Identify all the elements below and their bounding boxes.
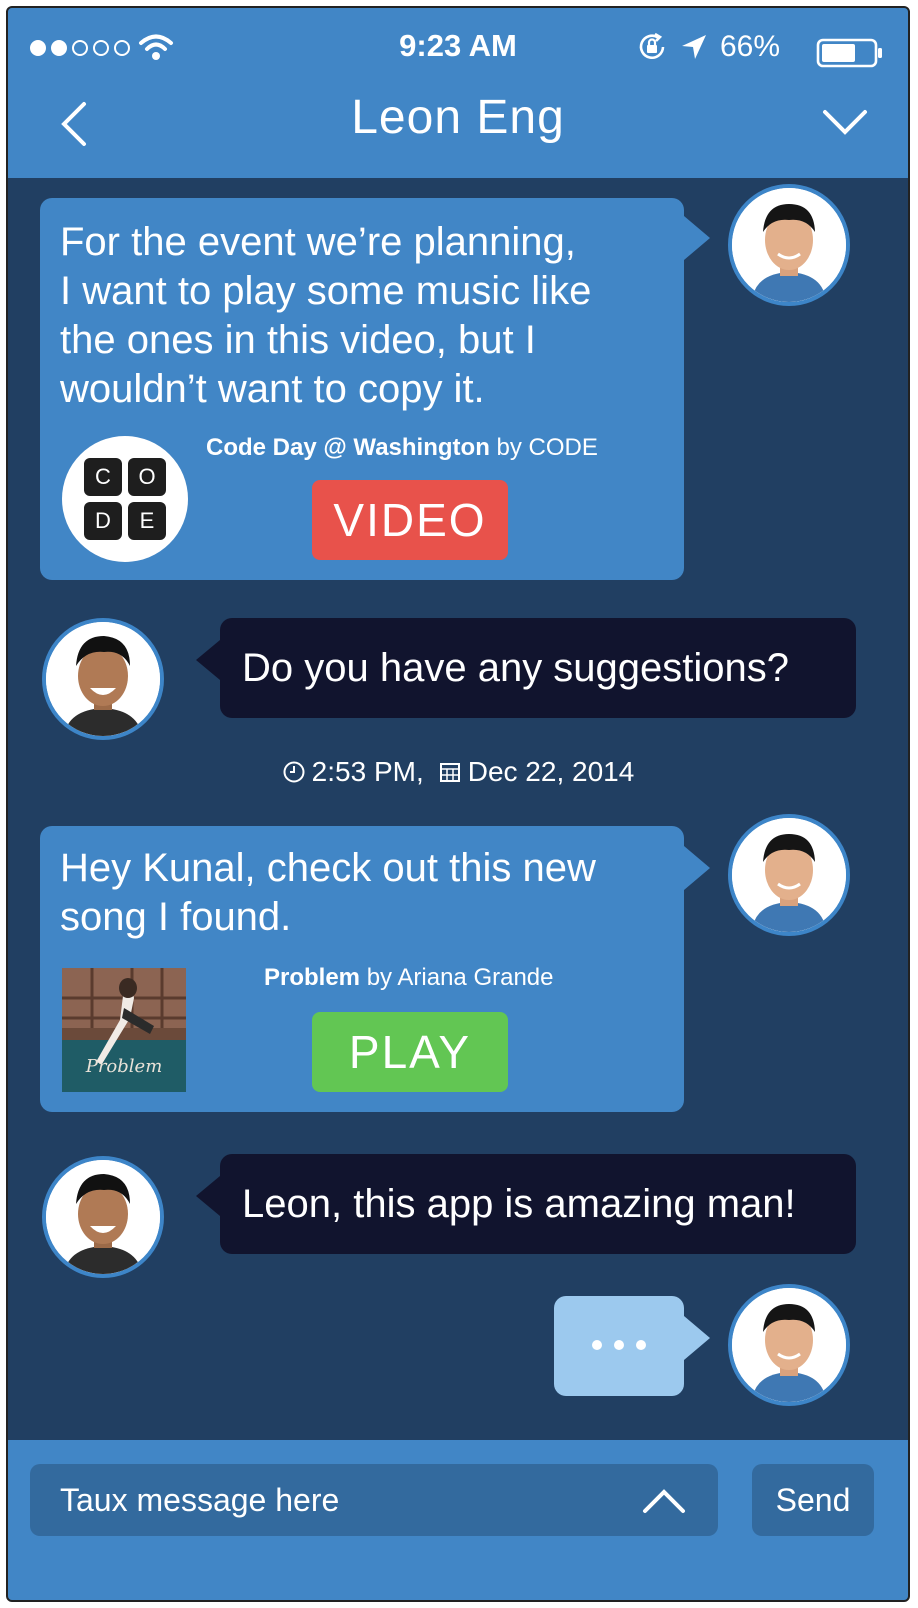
- logo-tile: D: [84, 502, 122, 540]
- battery-icon: [816, 38, 882, 68]
- rotation-lock-icon: [639, 32, 665, 60]
- bubble-tail: [196, 640, 220, 680]
- bubble-tail: [684, 216, 710, 260]
- typing-dot: [614, 1340, 624, 1350]
- timestamp-date: Dec 22, 2014: [467, 756, 635, 787]
- message-line: Hey Kunal, check out this new: [60, 846, 596, 890]
- message-bubble-outgoing: For the event we’re planning, I want to …: [40, 198, 684, 580]
- avatar-photo: [732, 1288, 846, 1402]
- message-bubble-incoming: Do you have any suggestions?: [220, 618, 856, 718]
- avatar-kunal[interactable]: [42, 1156, 164, 1278]
- media-title: Code Day @ Washington: [206, 434, 490, 461]
- avatar-kunal[interactable]: [42, 618, 164, 740]
- video-button[interactable]: VIDEO: [312, 480, 508, 560]
- battery-percent: 66%: [719, 30, 780, 63]
- contact-name: Leon Eng: [351, 91, 565, 144]
- bubble-tail: [684, 1316, 710, 1360]
- composer-bar: Taux message here Send: [8, 1440, 908, 1600]
- avatar-photo: [46, 1160, 160, 1274]
- message-line: the ones in this video, but I: [60, 318, 536, 362]
- chevron-up-icon[interactable]: [642, 1488, 686, 1514]
- message-line: I want to play some music like: [60, 269, 592, 313]
- media-title: Problem: [264, 964, 361, 991]
- status-bar: 9:23 AM 66%: [8, 26, 908, 76]
- bubble-tail: [196, 1176, 220, 1216]
- media-author: by Ariana Grande: [366, 964, 554, 991]
- avatar-leon[interactable]: [728, 184, 850, 306]
- media-author: by CODE: [496, 434, 598, 461]
- logo-tile: E: [128, 502, 166, 540]
- avatar-leon[interactable]: [728, 1284, 850, 1406]
- logo-tile: O: [128, 458, 166, 496]
- status-icons: 66%: [636, 30, 780, 64]
- chevron-down-icon[interactable]: [822, 108, 868, 136]
- message-line: wouldn’t want to copy it.: [60, 367, 485, 411]
- message-bubble-outgoing: Hey Kunal, check out this new song I fou…: [40, 826, 684, 1112]
- app-header: 9:23 AM 66% Leon Eng: [8, 8, 908, 178]
- message-timestamp: 2:53 PM, Dec 22, 2014: [8, 756, 908, 788]
- message-line: For the event we’re planning,: [60, 220, 576, 264]
- message-text: Leon, this app is amazing man!: [242, 1182, 796, 1226]
- message-line: song I found.: [60, 895, 292, 939]
- clock-icon: [283, 761, 305, 783]
- message-text: Do you have any suggestions?: [242, 646, 790, 690]
- avatar-photo: [732, 188, 846, 302]
- media-caption: Code Day @ Washington by CODE: [206, 434, 598, 462]
- avatar-leon[interactable]: [728, 814, 850, 936]
- avatar-photo: [732, 818, 846, 932]
- album-cover: Problem: [62, 968, 186, 1092]
- media-caption: Problem by Ariana Grande: [264, 964, 554, 992]
- bubble-tail: [684, 846, 710, 890]
- message-input-placeholder: Taux message here: [60, 1482, 340, 1518]
- typing-dot: [592, 1340, 602, 1350]
- calendar-icon: [439, 763, 460, 782]
- send-button[interactable]: Send: [752, 1464, 874, 1536]
- play-button[interactable]: PLAY: [312, 1012, 508, 1092]
- code-logo: C O D E: [62, 436, 188, 562]
- typing-dot: [636, 1340, 646, 1350]
- logo-tile: C: [84, 458, 122, 496]
- message-input[interactable]: Taux message here: [30, 1464, 718, 1536]
- svg-text:Problem: Problem: [85, 1056, 163, 1077]
- timestamp-time: 2:53 PM,: [311, 756, 424, 787]
- phone-screen: 9:23 AM 66% Leon Eng For the event we’re…: [6, 6, 910, 1602]
- location-arrow-icon: [681, 35, 706, 59]
- avatar-photo: [46, 622, 160, 736]
- typing-indicator: [554, 1296, 684, 1396]
- message-bubble-incoming: Leon, this app is amazing man!: [220, 1154, 856, 1254]
